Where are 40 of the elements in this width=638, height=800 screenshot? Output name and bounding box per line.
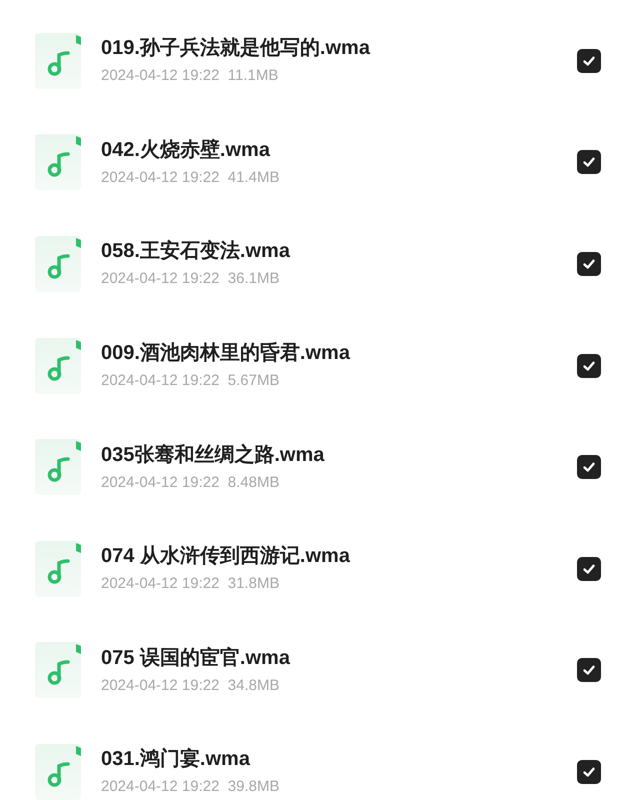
checkbox[interactable] [577,658,601,682]
check-icon [582,764,596,779]
file-name: 031.鸿门宴.wma [101,747,252,772]
file-meta: 2024-04-12 19:22 5.67MB [101,372,280,390]
music-file-icon [35,236,81,292]
file-meta: 2024-04-12 19:22 8.48MB [101,474,280,492]
file-name: 035张骞和丝绸之路.wma [101,442,326,467]
checkbox[interactable] [577,455,601,480]
music-file-icon [35,439,81,496]
file-name: 009.酒池肉林里的昏君.wma [101,341,352,366]
music-file-icon [35,744,81,800]
check-icon [582,256,596,271]
checkbox[interactable] [577,354,601,378]
music-file-icon [35,134,81,190]
check-icon [582,460,596,474]
file-meta: 2024-04-12 19:22 36.1MB [101,270,280,288]
check-icon [582,54,596,68]
file-name: 058.王安石变法.wma [101,239,292,264]
checkbox[interactable] [577,150,601,174]
music-file-icon [35,32,81,89]
check-icon [582,358,596,373]
file-meta: 2024-04-12 19:22 34.8MB [101,676,280,695]
check-icon [582,562,596,576]
file-meta: 2024-04-12 19:22 31.8MB [101,575,280,594]
check-icon [582,663,596,678]
file-name: 074 从水浒传到西游记.wma [101,544,352,568]
checkbox[interactable] [577,556,601,581]
music-file-icon [35,540,81,597]
file-name: 042.火烧赤壁.wma [101,138,272,162]
file-name: 019.孙子兵法就是他写的.wma [101,36,372,60]
checkbox[interactable] [577,252,601,276]
file-name: 075 误国的宦官.wma [101,646,292,670]
music-file-icon [35,338,81,394]
file-meta: 2024-04-12 19:22 39.8MB [101,778,280,796]
music-file-icon [35,642,81,698]
checkbox[interactable] [577,760,601,784]
check-icon [582,155,596,170]
checkbox[interactable] [577,48,601,73]
file-meta: 2024-04-12 19:22 11.1MB [101,67,280,86]
file-meta: 2024-04-12 19:22 41.4MB [101,168,280,187]
